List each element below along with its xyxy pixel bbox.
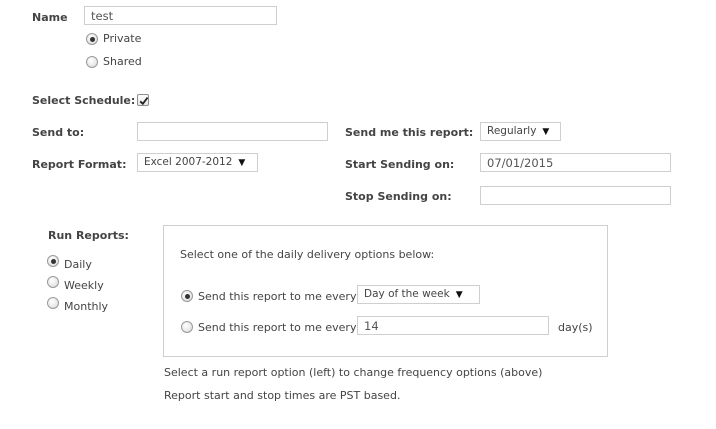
- daily-radio[interactable]: [47, 255, 59, 267]
- name-label: Name: [32, 11, 68, 24]
- day-of-week-value: Day of the week: [364, 288, 450, 300]
- frequency-note: Select a run report option (left) to cha…: [164, 366, 543, 379]
- weekly-label: Weekly: [64, 279, 104, 292]
- send-me-select[interactable]: Regularly ▼: [480, 122, 561, 141]
- days-unit-label: day(s): [558, 321, 593, 334]
- start-sending-label: Start Sending on:: [345, 158, 455, 171]
- every-day-of-week-radio[interactable]: [181, 290, 193, 302]
- report-format-select[interactable]: Excel 2007-2012 ▼: [137, 153, 258, 172]
- send-to-input[interactable]: [137, 122, 328, 141]
- send-me-label: Send me this report:: [345, 126, 474, 139]
- select-schedule-label: Select Schedule:: [32, 94, 136, 107]
- dropdown-arrow-icon: ▼: [542, 127, 550, 137]
- run-reports-label: Run Reports:: [48, 229, 129, 242]
- send-me-value: Regularly: [487, 125, 537, 137]
- private-label: Private: [103, 32, 142, 45]
- select-schedule-checkbox[interactable]: [137, 94, 149, 106]
- every-day-of-week-label: Send this report to me every: [198, 290, 357, 303]
- daily-options-intro: Select one of the daily delivery options…: [180, 248, 435, 261]
- name-input[interactable]: [84, 6, 277, 25]
- day-of-week-select[interactable]: Day of the week ▼: [357, 285, 480, 304]
- daily-label: Daily: [64, 258, 92, 271]
- checkmark-icon: [139, 97, 149, 106]
- stop-sending-label: Stop Sending on:: [345, 190, 452, 203]
- shared-label: Shared: [103, 55, 142, 68]
- every-n-days-label: Send this report to me every: [198, 321, 357, 334]
- every-n-days-radio[interactable]: [181, 321, 193, 333]
- private-radio[interactable]: [86, 33, 98, 45]
- send-to-label: Send to:: [32, 126, 85, 139]
- start-sending-input[interactable]: [480, 153, 671, 172]
- stop-sending-input[interactable]: [480, 186, 671, 205]
- monthly-label: Monthly: [64, 300, 109, 313]
- monthly-radio[interactable]: [47, 297, 59, 309]
- dropdown-arrow-icon: ▼: [455, 290, 463, 300]
- dropdown-arrow-icon: ▼: [238, 158, 246, 168]
- timezone-note: Report start and stop times are PST base…: [164, 389, 401, 402]
- weekly-radio[interactable]: [47, 276, 59, 288]
- report-format-label: Report Format:: [32, 158, 127, 171]
- report-format-value: Excel 2007-2012: [144, 156, 233, 168]
- shared-radio[interactable]: [86, 56, 98, 68]
- every-n-days-input[interactable]: [357, 316, 549, 335]
